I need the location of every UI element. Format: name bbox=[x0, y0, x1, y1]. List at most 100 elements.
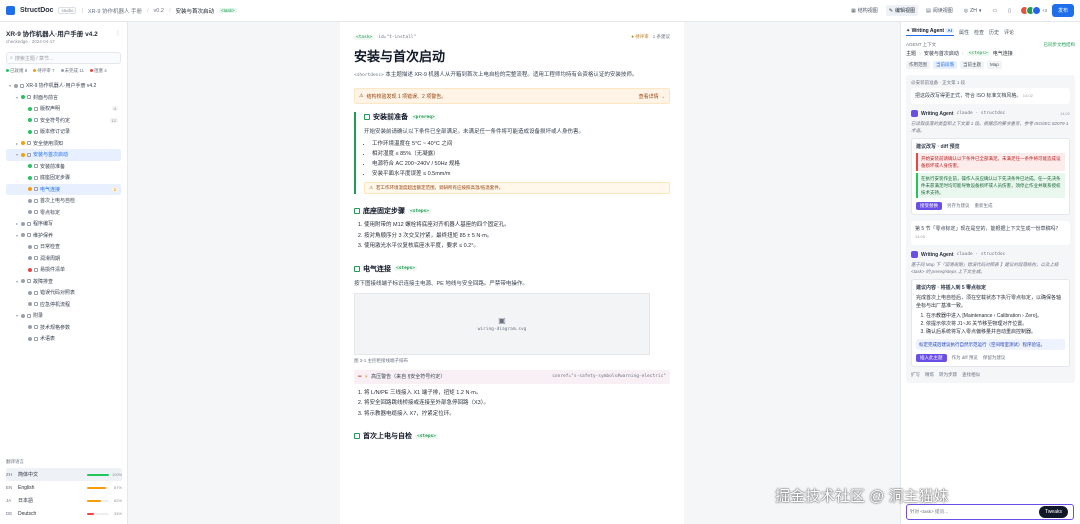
tree-item[interactable]: 技术规格参数 bbox=[6, 322, 121, 334]
tree-item[interactable]: ▾ XR-9 协作机器人·用户手册 v4.2 bbox=[6, 80, 121, 92]
breadcrumb-version[interactable]: v0.2 bbox=[154, 8, 164, 14]
hazard-reference[interactable]: ═ ⚡ 高压警告（来自 §安全符号约定） conref="s-safety-sy… bbox=[354, 369, 670, 384]
chevron-icon[interactable]: ▾ bbox=[15, 95, 19, 100]
mobile-preview-icon[interactable]: ▯ bbox=[1005, 6, 1014, 16]
section-power-on[interactable]: 首次上电与自检 <steps> bbox=[354, 431, 670, 441]
breadcrumb-manual[interactable]: XR-9 协作机器人 手册 bbox=[88, 7, 142, 15]
list-item[interactable]: 安装平面水平度误差 ≤ 0.5mm/m bbox=[372, 169, 670, 179]
tree-item[interactable]: ▾ 安装与首次启动 bbox=[6, 149, 121, 161]
section-base-mount[interactable]: 底座固定步骤<steps> 使用附带的 M12 螺栓将底座对齐机器人基座的四个固… bbox=[354, 206, 670, 252]
keep-as-suggestion-button[interactable]: 保留为建议 bbox=[983, 355, 1006, 361]
language-selector[interactable]: ◎ ZH ▾ bbox=[961, 6, 985, 16]
accept-replace-button[interactable]: 接受替换 bbox=[916, 202, 942, 210]
view-details-link[interactable]: 查看详情 → bbox=[639, 93, 665, 100]
language-row[interactable]: JA 日本語 62% bbox=[6, 494, 122, 507]
list-item[interactable]: 将 L/N/PE 三线接入 X1 端子排，扭矩 1.2 N·m。 bbox=[364, 388, 670, 399]
tree-item[interactable]: 润滑周期 bbox=[6, 253, 121, 265]
topic-icon bbox=[34, 244, 38, 249]
language-row[interactable]: EN English 87% bbox=[6, 481, 122, 494]
language-row[interactable]: DE Deutsch 34% bbox=[6, 507, 122, 520]
tree-item[interactable]: ▾ 维护保养 bbox=[6, 230, 121, 242]
tree-item[interactable]: 版本修订记录 bbox=[6, 126, 121, 138]
chevron-icon[interactable]: ▾ bbox=[15, 279, 19, 284]
diff-preview-button[interactable]: 作为 diff 预览 bbox=[952, 355, 978, 361]
language-row[interactable]: ZH 简体中文 100% bbox=[6, 468, 122, 481]
chip-map[interactable]: Map bbox=[987, 61, 1002, 69]
tree-item[interactable]: 版权声明 4 bbox=[6, 103, 121, 115]
list-item[interactable]: 使用激光水平仪复核底座水平度，要求 ≤ 0.2°。 bbox=[364, 241, 670, 252]
tree-item[interactable]: 易损件清单 bbox=[6, 264, 121, 276]
tab-comments[interactable]: 评论 bbox=[1004, 29, 1014, 36]
draft-steps: 在示教器中进入 [Maintenance › Calibration › Zer… bbox=[916, 312, 1065, 336]
tab-writing-agent[interactable]: ✦ Writing Agent AI bbox=[906, 28, 954, 36]
suggestion-count[interactable]: 1 条建议 bbox=[653, 34, 670, 40]
breadcrumb-topic[interactable]: 安装与首次启动 bbox=[175, 7, 214, 15]
tree-item[interactable]: 安全符号约定 12 bbox=[6, 115, 121, 127]
chevron-icon[interactable]: ▾ bbox=[15, 233, 19, 238]
tree-item[interactable]: 错误代码对照表 bbox=[6, 287, 121, 299]
publish-button[interactable]: 发布 bbox=[1051, 4, 1074, 17]
search-input[interactable]: ⌕ 搜索主题 / 章节… bbox=[6, 52, 121, 64]
chevron-icon[interactable]: ▸ bbox=[15, 221, 19, 226]
save-as-suggestion-button[interactable]: 另存为建议 bbox=[947, 203, 970, 209]
tree-item[interactable]: 零点标定 bbox=[6, 207, 121, 219]
tab-check[interactable]: 检查 bbox=[974, 29, 984, 36]
regenerate-button[interactable]: 重新生成 bbox=[975, 203, 993, 209]
expand-action[interactable]: 扩写 bbox=[911, 372, 920, 378]
language-header: 翻译语言 bbox=[6, 459, 24, 464]
chat-thread: @安装前准备 · 正文第 1 段 把这段改写得更正式，符合 ISO 标准文档风格… bbox=[906, 75, 1075, 383]
list-item[interactable]: 依提示依次将 J1~J6 关节移至物理对齐位置。 bbox=[926, 320, 1065, 328]
read-view-button[interactable]: ▤ 阅读视图 bbox=[923, 5, 956, 16]
refine-action[interactable]: 精炼 bbox=[925, 372, 934, 378]
topic-icon bbox=[34, 325, 38, 330]
topic-icon bbox=[20, 83, 24, 88]
tree-item[interactable]: ▸ 安全使用须知 bbox=[6, 138, 121, 150]
wiring-figure[interactable]: ▣ wiring-diagram.svg bbox=[354, 292, 650, 355]
tree-item[interactable]: ▸ 程序编写 bbox=[6, 218, 121, 230]
tree-item-count: 2 bbox=[111, 186, 118, 192]
tree-item[interactable]: 应急停机流程 bbox=[6, 299, 121, 311]
tree-item[interactable]: 首次上电与自检 bbox=[6, 195, 121, 207]
list-item[interactable]: 按对角顺序分 3 次交叉拧紧，最终扭矩 85 ± 5 N·m。 bbox=[364, 231, 670, 242]
tweaks-button[interactable]: Tweaks bbox=[1039, 506, 1068, 518]
structure-view-button[interactable]: ▦ 结构视图 bbox=[848, 5, 881, 16]
tree-item[interactable]: 安装前准备 bbox=[6, 161, 121, 173]
page-title[interactable]: 安装与首次启动 bbox=[354, 46, 670, 65]
collaborator-avatars[interactable]: +3 bbox=[1019, 6, 1047, 15]
list-item[interactable]: 在示教器中进入 [Maintenance › Calibration › Zer… bbox=[926, 312, 1065, 320]
more-options-icon[interactable]: ⋮ bbox=[115, 30, 121, 37]
desktop-preview-icon[interactable]: ▭ bbox=[989, 6, 1000, 16]
tree-item[interactable]: 电气连接 2 bbox=[6, 183, 121, 195]
tree-item[interactable]: ▾ 故障排查 bbox=[6, 276, 121, 288]
chip-current-topic[interactable]: 当前主题 bbox=[960, 61, 984, 69]
tree-item[interactable]: ▾ 附录 bbox=[6, 310, 121, 322]
list-item[interactable]: 将示教器电缆接入 X7，拧紧定位环。 bbox=[364, 409, 670, 420]
insert-topic-button[interactable]: 插入此主题 bbox=[916, 354, 947, 362]
find-similar-action[interactable]: 查找相似 bbox=[962, 372, 980, 378]
chevron-icon[interactable]: ▾ bbox=[8, 83, 12, 88]
section-prereq[interactable]: 安装前准备 <prereq> 开始安装前请确认以下条件已全部满足。未满足任一条件将… bbox=[354, 112, 670, 194]
tree-item[interactable]: 术语表 bbox=[6, 333, 121, 345]
list-item[interactable]: 电源符合 AC 200~240V / 50Hz 规格 bbox=[372, 159, 670, 169]
section-electrical[interactable]: 电气连接 <steps> 按下图接线端子标识连接主电源、PE 地线与安全回路。严禁… bbox=[354, 264, 670, 420]
tree-item[interactable]: 底座固定步骤 bbox=[6, 172, 121, 184]
tab-history[interactable]: 历史 bbox=[989, 29, 999, 36]
tree-item[interactable]: 日常检查 bbox=[6, 241, 121, 253]
list-item[interactable]: 将安全回路跳线桥接或连接至外部急停回路（X3）。 bbox=[364, 398, 670, 409]
short-description[interactable]: <shortdesc> 本主题描述 XR-9 机器人从开箱到首次上电自检的完整流… bbox=[354, 71, 670, 80]
list-item[interactable]: 相对湿度 ≤ 85%（无凝露） bbox=[372, 149, 670, 159]
chevron-icon[interactable]: ▸ bbox=[15, 141, 19, 146]
chip-current-paragraph[interactable]: 当前段落 bbox=[933, 61, 957, 69]
tab-properties[interactable]: 属性 bbox=[959, 29, 969, 36]
language-code: DE bbox=[6, 511, 13, 516]
chevron-icon[interactable]: ▾ bbox=[15, 152, 19, 157]
chevron-icon[interactable]: ▾ bbox=[15, 313, 19, 318]
edit-view-button[interactable]: ✎ 编辑视图 bbox=[885, 5, 919, 16]
tree-item-label: 程序编写 bbox=[33, 221, 54, 228]
list-item[interactable]: 工作环境温度在 5°C ~ 40°C 之间 bbox=[372, 139, 670, 149]
to-steps-action[interactable]: 转为步骤 bbox=[939, 372, 957, 378]
list-item[interactable]: 确认后系统将写入零点偏移量并自动重启控制器。 bbox=[926, 328, 1065, 336]
chip-scope[interactable]: 作用范围 bbox=[906, 61, 930, 69]
tree-item[interactable]: ▾ 封面与前言 bbox=[6, 92, 121, 104]
list-item[interactable]: 使用附带的 M12 螺栓将底座对齐机器人基座的四个固定孔。 bbox=[364, 220, 670, 231]
